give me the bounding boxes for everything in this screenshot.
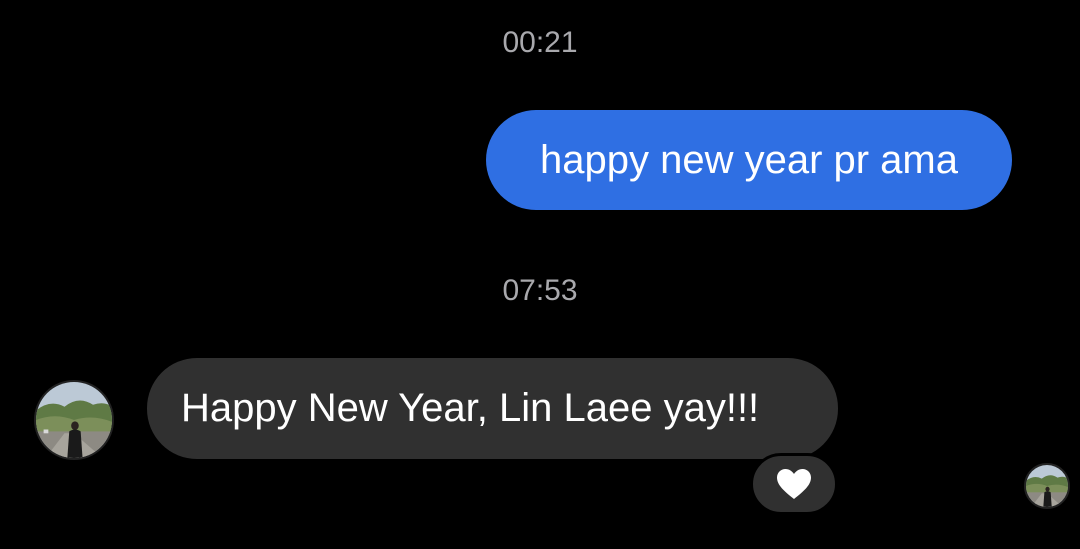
incoming-message-bubble[interactable]: Happy New Year, Lin Laee yay!!! (147, 358, 838, 459)
heart-icon (777, 469, 811, 499)
avatar-photo (36, 382, 112, 458)
read-receipt-avatar (1024, 463, 1070, 509)
sender-avatar[interactable] (34, 380, 114, 460)
heart-reaction[interactable] (750, 453, 838, 515)
timestamp: 07:53 (502, 274, 578, 307)
message-text: Happy New Year, Lin Laee yay!!! (181, 386, 760, 430)
timestamp: 00:21 (502, 26, 578, 59)
avatar-photo (1026, 465, 1068, 507)
message-text: happy new year pr ama (539, 137, 958, 182)
outgoing-message-bubble[interactable]: happy new year pr ama (486, 110, 1012, 210)
chat-screen: 00:21 happy new year pr ama 07:53 Happy … (0, 0, 1080, 549)
